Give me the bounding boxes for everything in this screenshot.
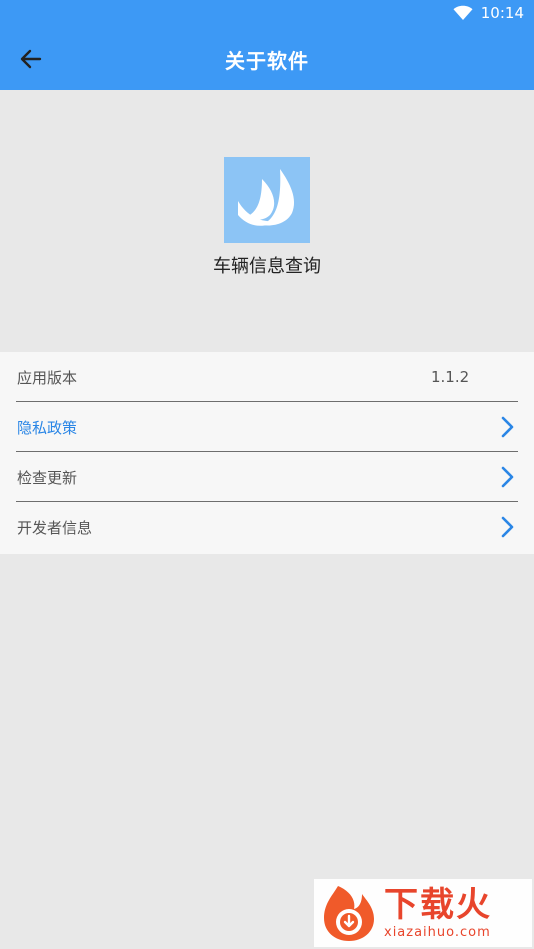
list-item-developer-info[interactable]: 开发者信息 — [0, 502, 534, 552]
watermark: 下载火 xiazaihuo.com — [314, 879, 532, 947]
flame-logo-icon — [324, 886, 374, 941]
watermark-url: xiazaihuo.com — [384, 925, 491, 940]
version-label: 应用版本 — [17, 368, 78, 387]
list-item-privacy-policy[interactable]: 隐私政策 — [0, 402, 534, 452]
list-item-check-update[interactable]: 检查更新 — [0, 452, 534, 502]
chevron-right-icon — [498, 515, 516, 539]
developer-info-label: 开发者信息 — [17, 518, 93, 537]
page-title: 关于软件 — [225, 49, 309, 73]
list-item-version: 应用版本 1.1.2 — [0, 352, 534, 402]
chevron-right-icon — [498, 415, 516, 439]
app-name: 车辆信息查询 — [213, 256, 321, 277]
status-time: 10:14 — [480, 4, 524, 22]
leaf-logo-icon — [238, 169, 295, 226]
about-list: 应用版本 1.1.2 隐私政策 检查更新 开发者信息 — [0, 352, 534, 554]
app-header: 车辆信息查询 — [0, 90, 534, 352]
version-value: 1.1.2 — [431, 368, 470, 386]
wifi-icon — [453, 5, 473, 21]
check-update-label: 检查更新 — [17, 468, 78, 487]
chevron-right-icon — [498, 465, 516, 489]
app-bar: 关于软件 — [0, 28, 534, 90]
watermark-brand: 下载火 — [384, 885, 492, 925]
privacy-policy-label: 隐私政策 — [17, 418, 78, 437]
app-logo — [224, 157, 310, 243]
status-indicators: 10:14 — [453, 4, 524, 22]
status-bar: 10:14 — [0, 0, 534, 28]
